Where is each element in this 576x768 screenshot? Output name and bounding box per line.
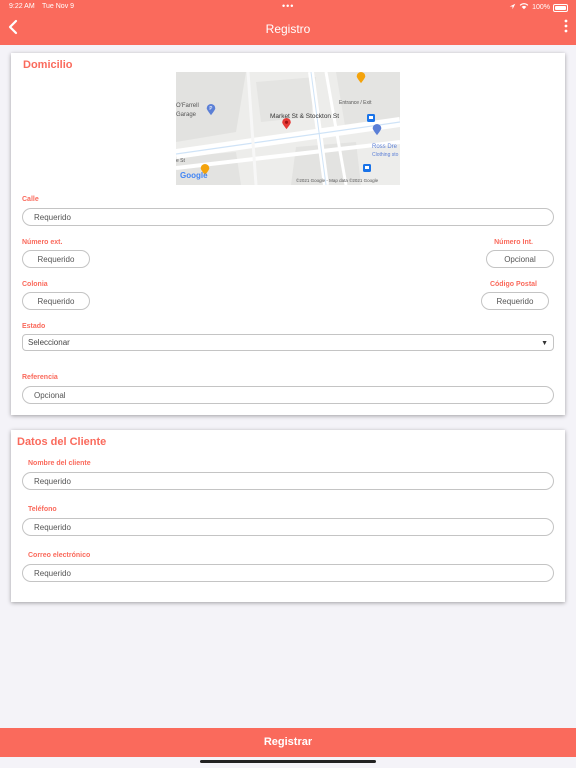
battery-icon [553, 3, 568, 12]
telefono-input[interactable] [22, 518, 554, 536]
cliente-title: Datos del Cliente [17, 436, 107, 448]
home-indicator[interactable] [200, 760, 376, 763]
domicilio-title: Domicilio [23, 59, 73, 71]
multitasking-dots-icon[interactable]: ••• [282, 1, 294, 11]
map-label: Garage [176, 112, 197, 118]
map-label: Market St & Stockton St [270, 113, 339, 120]
telefono-label: Teléfono [28, 506, 57, 513]
status-right: 100% [509, 3, 568, 12]
numero-ext-input[interactable] [22, 250, 90, 268]
estado-select-value: Seleccionar [28, 338, 70, 347]
page-title: Registro [265, 22, 311, 36]
chevron-down-icon: ▼ [541, 340, 548, 347]
map-attribution: ©2021 Google - Map data ©2021 Google [296, 178, 379, 183]
nombre-input[interactable] [22, 472, 554, 490]
status-bar: 9:22 AM Tue Nov 9 ••• 100% [0, 0, 576, 14]
map-label: Ross Dre [372, 144, 398, 150]
map-label: O'Farrell [176, 103, 199, 109]
colonia-label: Colonia [22, 281, 48, 288]
referencia-label: Referencia [22, 374, 58, 381]
referencia-input[interactable] [22, 386, 554, 404]
map-label: e St [176, 158, 185, 164]
nav-bar: Registro [0, 14, 576, 45]
numero-int-label: Número Int. [494, 239, 533, 246]
more-vertical-icon[interactable] [564, 19, 568, 37]
svg-text:P: P [209, 106, 212, 112]
correo-label: Correo electrónico [28, 552, 91, 559]
colonia-input[interactable] [22, 292, 90, 310]
codigo-postal-input[interactable] [481, 292, 549, 310]
wifi-icon [519, 3, 529, 12]
correo-input[interactable] [22, 564, 554, 582]
domicilio-card: Domicilio P O'Farrell Garage Entrance / … [11, 53, 565, 415]
location-icon [509, 3, 516, 12]
map-label: Entrance / Exit [339, 100, 372, 106]
calle-label: Calle [22, 196, 39, 203]
codigo-postal-label: Código Postal [489, 281, 537, 288]
registrar-button[interactable]: Registrar [0, 728, 576, 757]
estado-label: Estado [22, 323, 46, 330]
map-label: Clothing sto [372, 152, 399, 158]
numero-ext-label: Número ext. [22, 239, 63, 246]
map-view[interactable]: P O'Farrell Garage Entrance / Exit Marke… [176, 72, 400, 185]
calle-input[interactable] [22, 208, 554, 226]
status-date: Tue Nov 9 [42, 3, 75, 10]
estado-select[interactable]: Seleccionar ▼ [22, 334, 554, 351]
battery-percent: 100% [532, 4, 550, 11]
cliente-card: Datos del Cliente Nombre del cliente Tel… [11, 430, 565, 602]
google-logo: Google [180, 171, 208, 180]
nombre-label: Nombre del cliente [28, 460, 91, 467]
numero-int-input[interactable] [486, 250, 554, 268]
status-time: 9:22 AM [9, 3, 35, 10]
